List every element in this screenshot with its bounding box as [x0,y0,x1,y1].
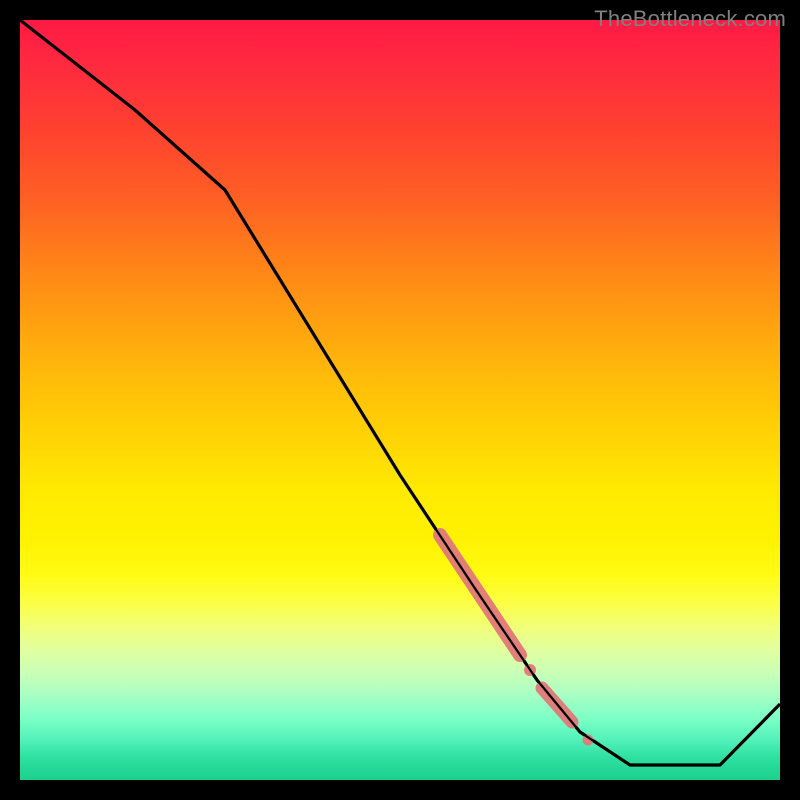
curve-line-overlay [400,475,630,765]
chart-svg [20,20,780,780]
watermark-text: TheBottleneck.com [594,6,786,32]
curve-line [20,20,780,765]
